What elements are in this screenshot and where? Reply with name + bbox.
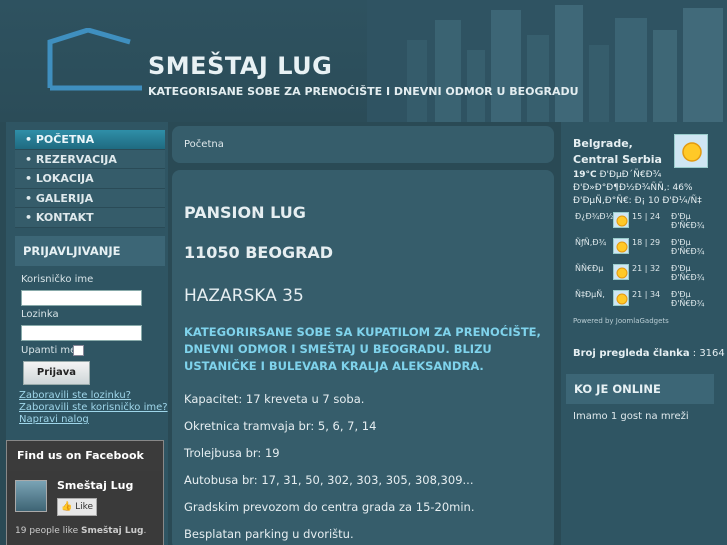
info-bus: Autobusa br: 17, 31, 50, 302, 303, 305, … [184, 473, 474, 487]
login-heading: PRIJAVLJIVANJE [15, 236, 165, 266]
fb-count-suffix: . [143, 526, 147, 536]
nav-item-rezervacija[interactable]: • REZERVACIJA [15, 149, 165, 169]
online-text: Imamo 1 gost na mreži [573, 411, 689, 422]
login-button[interactable]: Prijava [23, 361, 90, 385]
password-label: Lozinka [21, 309, 59, 320]
site-title: SMEŠTAJ LUG [148, 52, 333, 80]
weather-current: 19°C Ð'ÐµÐ´Ñ€Ð¾ Ð'Ð»Ð°Ð¶Ð½Ð¾ÑÑ‚: 46% Ð'Ð… [573, 169, 723, 208]
nav-item-kontakt[interactable]: • KONTAKT [15, 208, 165, 228]
views-value: : 3164 [689, 348, 725, 359]
weather-temp: 19°C [573, 170, 597, 180]
forecast-range: 15 | 24 [632, 212, 661, 221]
content-heading-address: HAZARSKA 35 [184, 286, 304, 306]
city-skyline-graphic [367, 0, 727, 122]
online-heading: KO JE ONLINE [566, 374, 714, 404]
forecast-desc: Ð'Ðµ Ð'Ñ€Ð¾ [671, 212, 705, 230]
forecast-day: Ñ‡ÐµÑ‚ [575, 290, 605, 299]
forecast-row: ÑƒÑ‚Ð¾ 18 | 29 Ð'Ðµ Ð'Ñ€Ð¾ [575, 236, 715, 256]
info-capacity: Kapacitet: 17 kreveta u 7 soba. [184, 392, 365, 406]
site-header: SMEŠTAJ LUG KATEGORISANE SOBE ZA PRENOĆI… [0, 0, 727, 122]
content-heading-city: 11050 BEOGRAD [184, 243, 334, 262]
facebook-body: Smeštaj Lug 👍 Like 19 people like Smešta… [7, 471, 163, 545]
forecast-range: 21 | 34 [632, 290, 661, 299]
forgot-password-link[interactable]: Zaboravili ste lozinku? [19, 390, 131, 401]
fb-count-name: Smeštaj Lug [80, 526, 144, 536]
content-highlight: KATEGORIRSANE SOBE SA KUPATILOM ZA PRENO… [184, 325, 541, 373]
info-tram: Okretnica tramvaja br: 5, 6, 7, 14 [184, 419, 377, 433]
views-label: Broj pregleda članka [573, 348, 690, 359]
password-input[interactable] [21, 325, 142, 341]
forecast-desc: Ð'Ðµ Ð'Ñ€Ð¾ [671, 264, 705, 282]
house-logo-icon [47, 28, 142, 91]
site-subtitle: KATEGORISANE SOBE ZA PRENOĆIŠTE I DNEVNI… [148, 85, 579, 98]
sun-icon [613, 290, 629, 306]
username-input[interactable] [21, 290, 142, 306]
weather-humidity: Ð'Ð»Ð°Ð¶Ð½Ð¾ÑÑ‚: 46% [573, 183, 693, 193]
content-heading-name: PANSION LUG [184, 203, 306, 222]
register-link[interactable]: Napravi nalog [19, 414, 89, 425]
forecast-day: ÑƒÑ‚Ð¾ [575, 238, 607, 247]
like-label: Like [75, 502, 94, 512]
sun-icon [674, 134, 708, 168]
info-trolleybus: Trolejbusa br: 19 [184, 446, 280, 460]
right-sidebar: Belgrade, Central Serbia 19°C Ð'ÐµÐ´Ñ€Ð¾… [561, 122, 727, 545]
forgot-username-link[interactable]: Zaboravili ste korisničko ime? [19, 402, 168, 413]
forecast-day: Ð¿Ð¾Ð½ [575, 212, 614, 221]
sun-icon [613, 238, 629, 254]
main-nav: • POČETNA • REZERVACIJA • LOKACIJA • GAL… [15, 130, 165, 228]
left-sidebar: • POČETNA • REZERVACIJA • LOKACIJA • GAL… [6, 122, 168, 545]
forecast-desc: Ð'Ðµ Ð'Ñ€Ð¾ [671, 238, 705, 256]
fb-count-prefix: 19 people like [15, 526, 81, 536]
username-label: Korisničko ime [21, 274, 94, 285]
breadcrumb: Početna [184, 139, 224, 150]
forecast-row: ÑÑ€Ðµ 21 | 32 Ð'Ðµ Ð'Ñ€Ð¾ [575, 262, 715, 282]
weather-wind: Ð'ÐµÑ‚Ð°Ñ€: Ð¡ 10 Ð'Ð¼/Ñ‡ [573, 196, 702, 206]
weather-condition: Ð'ÐµÐ´Ñ€Ð¾ [599, 170, 662, 180]
forecast-desc: Ð'Ðµ Ð'Ñ€Ð¾ [671, 290, 705, 308]
facebook-widget: Find us on Facebook Smeštaj Lug 👍 Like 1… [6, 440, 164, 545]
info-parking: Besplatan parking u dvorištu. [184, 527, 354, 541]
remember-label: Upamti me [21, 345, 77, 356]
thumbs-up-icon: 👍 [60, 502, 73, 512]
facebook-like-button[interactable]: 👍 Like [57, 498, 97, 516]
weather-city: Belgrade, Central Serbia [573, 137, 662, 166]
breadcrumb-bar: Početna [172, 126, 554, 163]
forecast-day: ÑÑ€Ðµ [575, 264, 604, 273]
article-views: Broj pregleda članka : 3164 [573, 348, 725, 359]
weather-powered-by[interactable]: Powered by JoomlaGadgets [573, 317, 669, 325]
remember-checkbox[interactable] [73, 345, 84, 356]
nav-item-galerija[interactable]: • GALERIJA [15, 188, 165, 208]
forecast-range: 21 | 32 [632, 264, 661, 273]
nav-item-pocetna[interactable]: • POČETNA [15, 130, 165, 150]
forecast-range: 18 | 29 [632, 238, 661, 247]
nav-item-lokacija[interactable]: • LOKACIJA [15, 169, 165, 189]
forecast-row: Ñ‡ÐµÑ‚ 21 | 34 Ð'Ðµ Ð'Ñ€Ð¾ [575, 288, 715, 308]
forecast-row: Ð¿Ð¾Ð½ 15 | 24 Ð'Ðµ Ð'Ñ€Ð¾ [575, 210, 715, 230]
sun-icon [613, 264, 629, 280]
main-content: PANSION LUG 11050 BEOGRAD HAZARSKA 35 KA… [172, 170, 554, 545]
facebook-like-count: 19 people like Smeštaj Lug. [15, 526, 146, 536]
facebook-page-thumbnail[interactable] [15, 480, 47, 512]
facebook-heading: Find us on Facebook [7, 441, 163, 471]
sun-icon [613, 212, 629, 228]
info-transport-time: Gradskim prevozom do centra grada za 15-… [184, 500, 475, 514]
facebook-page-name[interactable]: Smeštaj Lug [57, 479, 133, 492]
